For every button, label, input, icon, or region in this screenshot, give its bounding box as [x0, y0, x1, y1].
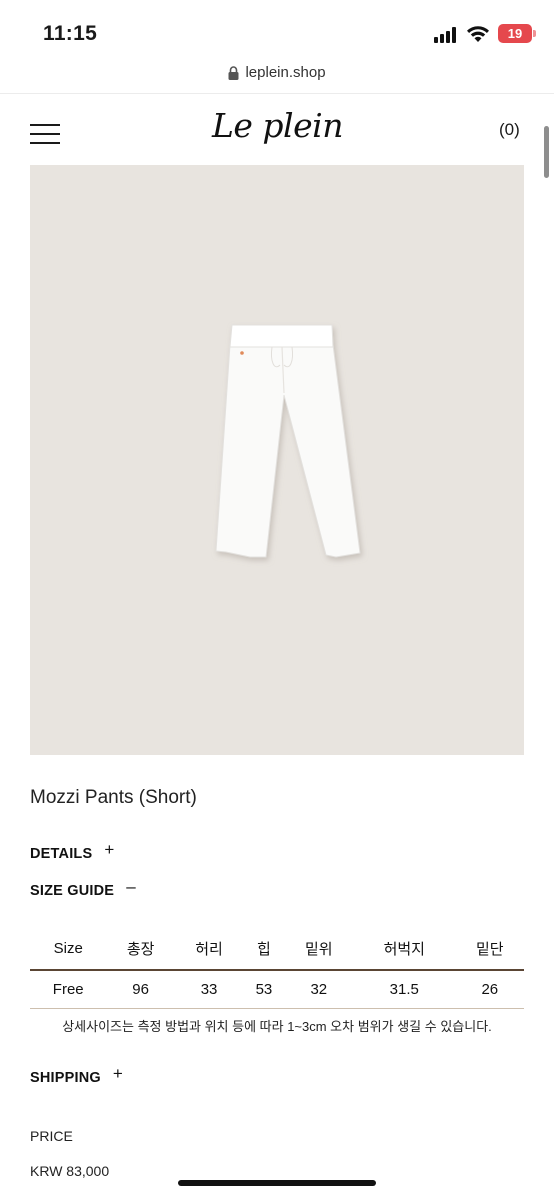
table-cell: 96: [132, 980, 149, 998]
table-cell: 53: [255, 980, 273, 998]
size-table-header-row: Size 총장 허리 힙 밑위 허벅지 밑단: [30, 928, 524, 970]
size-table-header: Size: [53, 940, 83, 957]
shipping-label: SHIPPING: [30, 1070, 101, 1086]
hamburger-menu-icon[interactable]: [30, 124, 60, 144]
details-toggle[interactable]: DETAILS +: [30, 840, 115, 863]
plus-icon: +: [112, 1064, 124, 1083]
product-image: [30, 165, 524, 755]
details-label: DETAILS: [30, 846, 93, 862]
size-table-header: 밑단: [475, 941, 504, 958]
plus-icon: +: [104, 840, 115, 859]
battery-icon: 19: [498, 24, 532, 43]
url-bar[interactable]: leplein.shop: [0, 60, 554, 92]
pants-image: [215, 324, 361, 558]
table-cell: 32: [310, 980, 328, 998]
size-table: Size 총장 허리 힙 밑위 허벅지 밑단 Free 96 33 53 32 …: [30, 928, 524, 1009]
site-logo[interactable]: Le plein: [212, 106, 343, 145]
cellular-signal-icon: [434, 27, 458, 43]
table-cell: 33: [200, 980, 218, 998]
table-row: Free 96 33 53 32 31.5 26: [30, 970, 524, 1008]
price-label: PRICE: [30, 1128, 73, 1144]
scrollbar[interactable]: [544, 126, 549, 178]
size-table-header: 밑위: [304, 941, 333, 958]
size-note: 상세사이즈는 측정 방법과 위치 등에 따라 1~3cm 오차 범위가 생길 수…: [62, 1019, 492, 1034]
product-title: Mozzi Pants (Short): [30, 787, 197, 808]
size-table-header: 총장: [126, 941, 155, 958]
table-cell: 26: [481, 980, 499, 998]
url-text: leplein.shop: [245, 64, 326, 81]
divider: [0, 93, 554, 94]
status-bar: 11:15 19: [0, 0, 554, 60]
shipping-toggle[interactable]: SHIPPING +: [30, 1064, 124, 1087]
status-time: 11:15: [43, 22, 98, 45]
size-table-header: 허벅지: [383, 941, 425, 958]
price-value: KRW 83,000: [30, 1163, 110, 1179]
table-cell: Free: [52, 980, 84, 998]
lock-icon: [228, 65, 239, 80]
size-table-header: 힙: [257, 941, 271, 958]
table-cell: 31.5: [389, 980, 419, 998]
size-table-header: 허리: [195, 941, 223, 958]
minus-icon: –: [126, 877, 136, 896]
size-guide-label: SIZE GUIDE: [30, 883, 115, 899]
cart-button[interactable]: (0): [499, 120, 520, 140]
home-indicator[interactable]: [178, 1180, 376, 1186]
size-guide-toggle[interactable]: SIZE GUIDE –: [30, 877, 136, 900]
wifi-icon: [467, 26, 489, 42]
site-header: Le plein (0): [0, 96, 554, 162]
battery-tip: [533, 30, 536, 37]
